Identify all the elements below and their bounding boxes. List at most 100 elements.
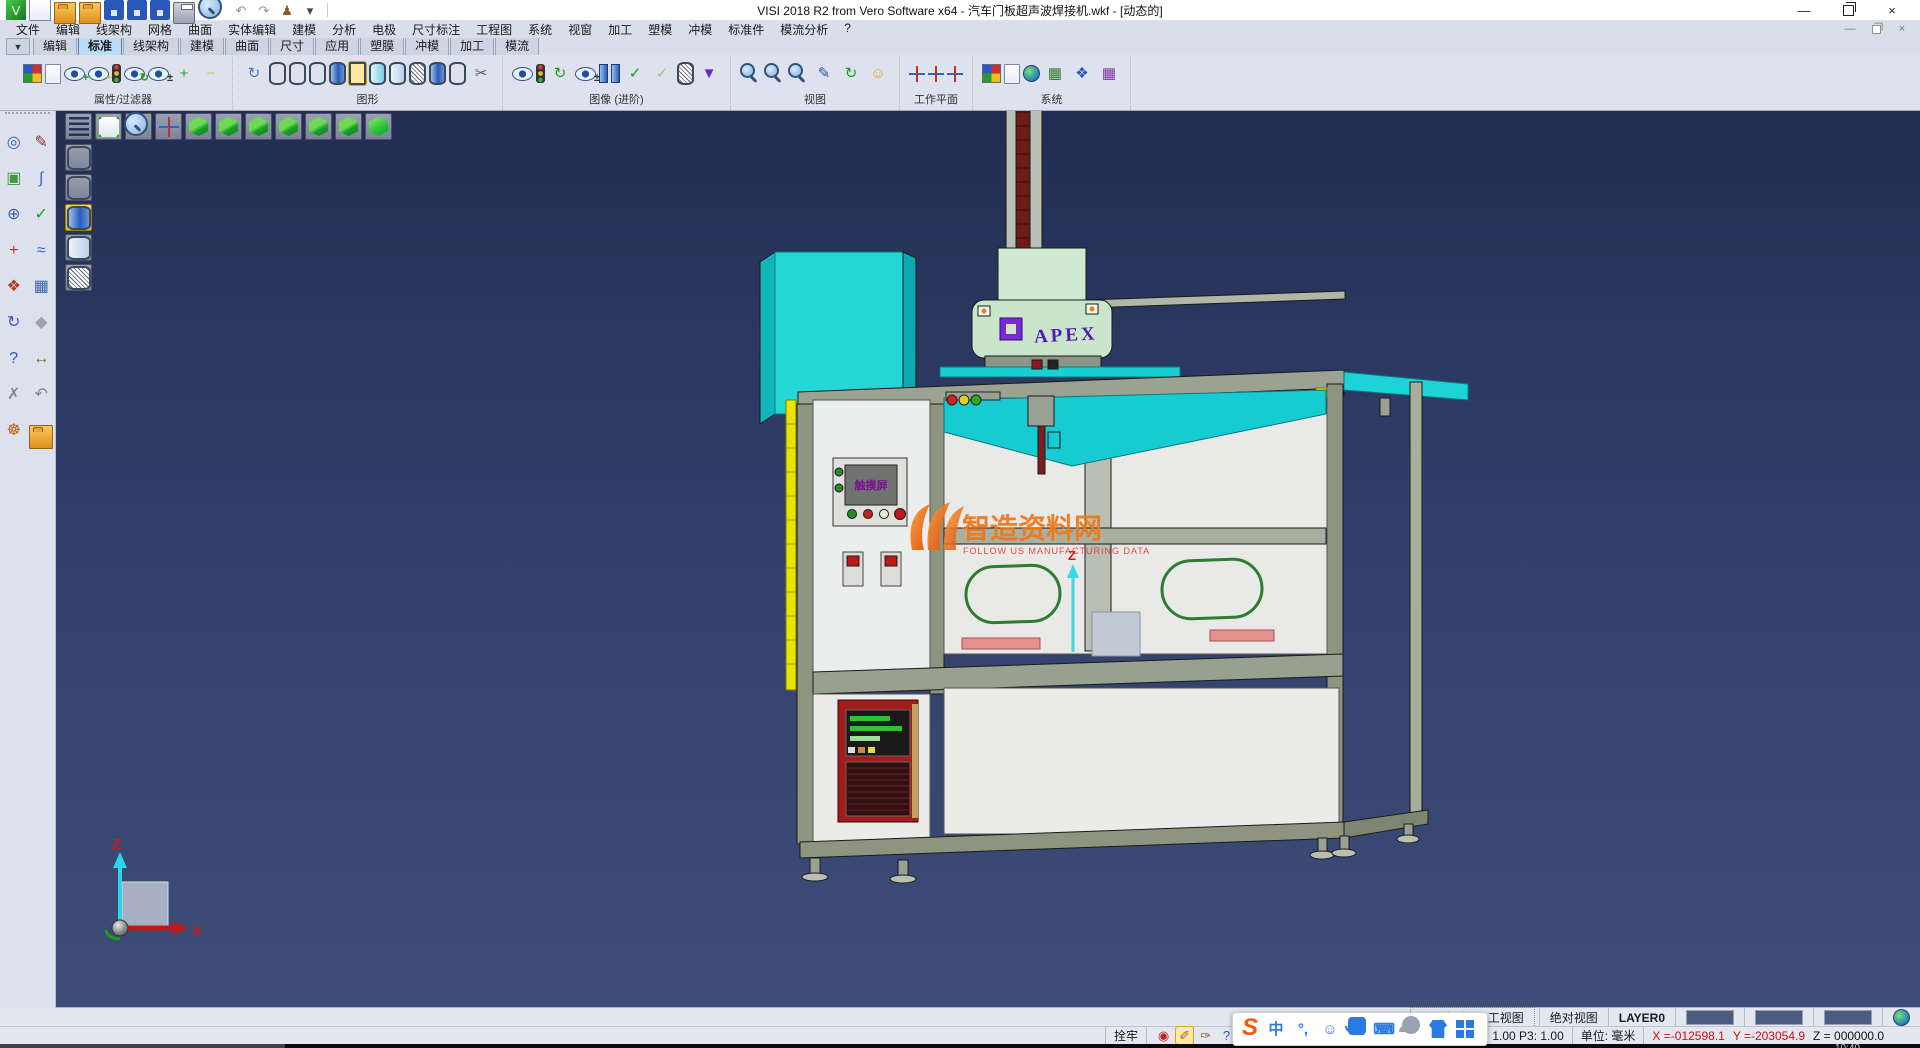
snap-settings-icon[interactable]: ❖ <box>1070 62 1094 86</box>
workplane-edit-icon[interactable] <box>947 66 963 82</box>
sogou-logo-icon[interactable]: S <box>1242 1014 1258 1042</box>
advanced-bar-1-icon[interactable] <box>599 64 608 83</box>
measure-distance-icon[interactable]: ↔ <box>30 348 52 370</box>
window-minimize-button[interactable]: — <box>1782 0 1826 20</box>
windows-taskbar-edge[interactable]: 10:40 <box>0 1044 1920 1048</box>
advanced-traffic-light-icon[interactable] <box>536 64 545 83</box>
save-icon[interactable] <box>104 0 124 20</box>
menu-item-8[interactable]: 分析 <box>324 20 364 39</box>
box-select-icon[interactable]: ▣ <box>3 168 25 190</box>
ime-chinese-icon[interactable]: 中 <box>1267 1020 1285 1038</box>
confirm-ok-icon[interactable]: ✓ <box>30 204 52 226</box>
regenerate-icon[interactable]: ↻ <box>242 62 266 86</box>
view-cube-bottom-button[interactable] <box>215 113 242 140</box>
layer-color-swatch-3[interactable] <box>1813 1008 1882 1027</box>
ime-account-icon[interactable] <box>1402 1016 1420 1034</box>
ucs-origin-icon[interactable]: + <box>3 240 25 262</box>
zoom-previous-icon[interactable] <box>740 63 755 78</box>
zoom-window-icon[interactable] <box>788 63 803 78</box>
layer-color-swatch-2[interactable] <box>1744 1008 1813 1027</box>
shaded-edges-view-icon[interactable] <box>349 62 366 85</box>
hidden-line-view-icon[interactable] <box>389 62 406 85</box>
menu-item-14[interactable]: 加工 <box>600 20 640 39</box>
print-preview-icon[interactable] <box>198 0 222 19</box>
menu-item-15[interactable]: 塑模 <box>640 20 680 39</box>
menu-item-16[interactable]: 冲模 <box>680 20 720 39</box>
navigate-wheel-icon[interactable]: ☸ <box>3 420 25 442</box>
view-refresh-icon[interactable]: ↻ <box>839 62 863 86</box>
delete-entities-icon[interactable]: ✗ <box>3 384 25 406</box>
status-paint-icon[interactable]: ✐ <box>1176 1027 1193 1044</box>
filter-traffic-light-icon[interactable] <box>112 64 121 83</box>
workplane-new-icon[interactable] <box>928 66 944 82</box>
sketch-edit-icon[interactable]: ✎ <box>30 132 52 154</box>
visi-logo-icon[interactable]: V <box>6 0 26 20</box>
wireframe-view-3-icon[interactable] <box>309 62 326 85</box>
shaded-view-icon[interactable] <box>329 62 346 85</box>
table-settings-icon[interactable]: ▦ <box>1043 62 1067 86</box>
units-cell[interactable]: 单位: 毫米 <box>1572 1027 1644 1044</box>
layer-cell[interactable]: LAYER0 <box>1608 1008 1675 1027</box>
view-cube-top-button[interactable] <box>185 113 212 140</box>
view-cube-iso-button[interactable] <box>365 113 392 140</box>
window-close-button[interactable]: × <box>1870 0 1914 20</box>
ime-toolbox-icon[interactable] <box>1456 1020 1474 1038</box>
menu-item-18[interactable]: 模流分析 <box>772 20 836 39</box>
solid-view-icon[interactable]: ◆ <box>30 312 52 334</box>
curve-draw-icon[interactable]: ∫ <box>30 168 52 190</box>
render-shaded-button[interactable] <box>65 204 92 231</box>
tab-dropdown-button[interactable]: ▼ <box>6 38 30 55</box>
graphics-settings-icon[interactable]: ✂ <box>469 62 493 86</box>
fit-view-button[interactable] <box>95 113 122 140</box>
attribute-page-icon[interactable] <box>45 64 61 84</box>
color-table-icon[interactable] <box>982 64 1001 83</box>
view-cube-back-button[interactable] <box>275 113 302 140</box>
window-restore-button[interactable] <box>1826 0 1870 20</box>
lock-cell[interactable]: 拴牢 <box>1105 1027 1146 1044</box>
system-settings-icon[interactable] <box>1023 65 1040 82</box>
advanced-bar-2-icon[interactable] <box>611 64 620 83</box>
viewport-3d[interactable]: APEX <box>55 108 1920 1008</box>
save-all-icon[interactable] <box>150 0 170 20</box>
viewport-panes-icon[interactable]: ▦ <box>30 276 52 298</box>
render-wireframe-button[interactable] <box>65 144 92 171</box>
attributes-layers-icon[interactable]: ❖ <box>3 276 25 298</box>
view-cube-left-button[interactable] <box>305 113 332 140</box>
print-icon[interactable] <box>173 2 195 24</box>
render-mesh-button[interactable] <box>65 264 92 291</box>
view-sketch-icon[interactable]: ✎ <box>812 62 836 86</box>
new-document-icon[interactable] <box>29 0 51 21</box>
wireframe-view-1-icon[interactable] <box>269 62 286 85</box>
ime-punctuation-icon[interactable]: °, <box>1294 1020 1312 1038</box>
menu-item-12[interactable]: 系统 <box>520 20 560 39</box>
regen-refresh-icon[interactable]: ↻ <box>3 312 25 334</box>
grid-settings-icon[interactable]: ▦ <box>1097 62 1121 86</box>
recycle-view-icon[interactable] <box>449 62 466 85</box>
ime-mic-icon[interactable] <box>1348 1017 1366 1035</box>
ime-skin-icon[interactable] <box>1429 1020 1447 1038</box>
zoom-all-icon[interactable] <box>764 63 779 78</box>
open-project-icon[interactable] <box>29 425 53 449</box>
layer-color-swatch-1[interactable] <box>1675 1008 1744 1027</box>
hide-entities-icon[interactable] <box>88 67 109 81</box>
taskbar-start-area[interactable] <box>0 1044 285 1048</box>
render-shaded-light-button[interactable] <box>65 234 92 261</box>
menu-item-13[interactable]: 视窗 <box>560 20 600 39</box>
mesh-view-icon[interactable] <box>409 62 426 85</box>
status-pick-icon[interactable]: ✑ <box>1197 1027 1214 1044</box>
undo-action-icon[interactable]: ↶ <box>30 384 52 406</box>
advanced-refresh-icon[interactable]: ↻ <box>548 62 572 86</box>
attributes-palette-icon[interactable] <box>23 64 42 83</box>
menu-item-10[interactable]: 尺寸标注 <box>404 20 468 39</box>
advanced-toggle-icon[interactable] <box>575 67 596 81</box>
ime-keyboard-icon[interactable]: ⌨ <box>1375 1020 1393 1038</box>
context-help-icon[interactable]: ? <box>3 348 25 370</box>
layer-manager-icon[interactable] <box>1004 64 1020 84</box>
toggle-visibility-icon[interactable] <box>148 67 169 81</box>
import-file-icon[interactable] <box>79 2 101 24</box>
undo-icon[interactable]: ↶ <box>231 0 251 20</box>
open-file-icon[interactable] <box>54 2 76 24</box>
redo-icon[interactable]: ↷ <box>254 0 274 20</box>
mdi-restore-button[interactable] <box>1868 22 1884 36</box>
save-as-icon[interactable] <box>127 0 147 20</box>
